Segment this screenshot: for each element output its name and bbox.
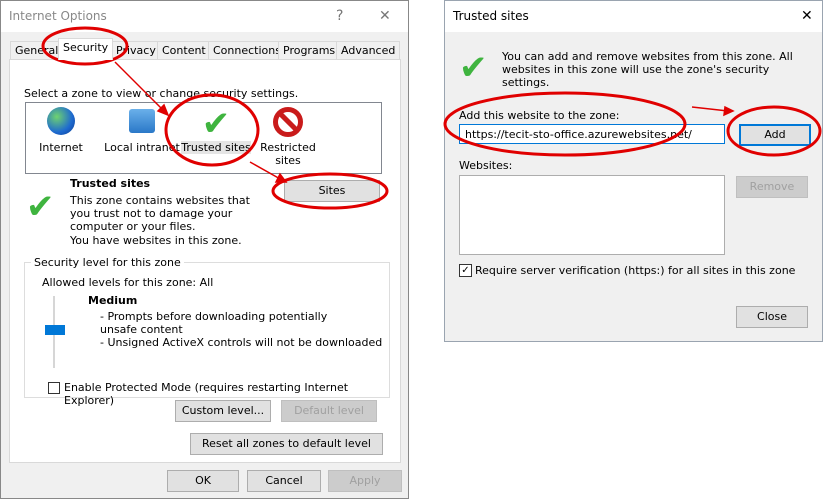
zone-description: This zone contains websites that you tru…: [70, 194, 250, 233]
internet-options-dialog: Internet Options ? ✕ General Security Pr…: [0, 0, 409, 499]
zone-title: Trusted sites: [70, 177, 151, 190]
website-url-input[interactable]: [459, 124, 725, 144]
tab-connections[interactable]: Connections: [208, 41, 286, 60]
checkmark-icon: ✔: [201, 104, 231, 144]
zone-internet[interactable]: Internet: [31, 107, 91, 154]
remove-button: Remove: [736, 176, 808, 198]
security-level-legend: Security level for this zone: [34, 256, 181, 269]
close-button[interactable]: ✕: [801, 8, 813, 24]
slider-thumb[interactable]: [45, 325, 65, 335]
info-text: You can add and remove websites from thi…: [502, 50, 793, 89]
level-bullet: - Unsigned ActiveX controls will not be …: [100, 336, 383, 349]
ok-button[interactable]: OK: [167, 470, 239, 492]
close-dialog-button[interactable]: Close: [736, 306, 808, 328]
restricted-icon: [273, 107, 303, 137]
level-bullet: - Prompts before downloading potentially…: [100, 310, 328, 336]
tab-security[interactable]: Security: [58, 38, 114, 60]
tab-advanced[interactable]: Advanced: [336, 41, 401, 60]
dialog-title: Internet Options: [9, 9, 107, 23]
zone-list[interactable]: Internet Local intranet ✔ Trusted sites …: [25, 102, 382, 174]
tab-general[interactable]: General: [10, 41, 64, 60]
add-button[interactable]: Add: [739, 124, 811, 146]
zone-label: Trusted sites: [181, 141, 251, 154]
zone-label: Internet: [39, 141, 83, 154]
default-level-button: Default level: [281, 400, 377, 422]
apply-button: Apply: [328, 470, 402, 492]
allowed-levels: Allowed levels for this zone: All: [42, 276, 214, 289]
protected-mode-checkbox[interactable]: [48, 382, 60, 394]
level-name: Medium: [88, 294, 138, 307]
require-https-label: Require server verification (https:) for…: [475, 264, 796, 277]
websites-list[interactable]: [459, 175, 725, 255]
reset-all-zones-button[interactable]: Reset all zones to default level: [190, 433, 383, 455]
globe-icon: [47, 107, 75, 135]
intranet-icon: [129, 109, 155, 133]
zone-local-intranet[interactable]: Local intranet: [102, 107, 182, 154]
trusted-sites-dialog: Trusted sites ✕ ✔ You can add and remove…: [444, 0, 823, 342]
dialog-title: Trusted sites: [453, 9, 529, 23]
sites-button[interactable]: Sites: [284, 180, 380, 202]
require-https-checkbox[interactable]: ✓: [459, 264, 472, 277]
checkmark-icon: ✔: [459, 48, 488, 88]
title-bar: Trusted sites ✕: [445, 1, 822, 32]
checkmark-icon: ✔: [26, 187, 55, 227]
cancel-button[interactable]: Cancel: [247, 470, 321, 492]
title-bar: Internet Options ? ✕: [1, 1, 408, 32]
zone-label: Local intranet: [104, 141, 180, 154]
zone-label: Restricted sites: [260, 141, 316, 167]
tab-panel: Select a zone to view or change security…: [9, 59, 401, 463]
zone-trusted-sites[interactable]: ✔ Trusted sites: [181, 107, 251, 154]
security-slider[interactable]: [42, 296, 66, 368]
custom-level-button[interactable]: Custom level...: [175, 400, 271, 422]
tab-content[interactable]: Content: [157, 41, 211, 60]
zone-note: You have websites in this zone.: [70, 234, 242, 247]
websites-label: Websites:: [459, 159, 513, 172]
zone-prompt: Select a zone to view or change security…: [24, 87, 299, 100]
help-button[interactable]: ?: [336, 8, 343, 24]
add-website-label: Add this website to the zone:: [459, 109, 620, 122]
tab-privacy[interactable]: Privacy: [111, 41, 161, 60]
tab-programs[interactable]: Programs: [278, 41, 341, 60]
zone-restricted-sites[interactable]: Restricted sites: [258, 107, 318, 167]
close-button[interactable]: ✕: [379, 8, 391, 24]
